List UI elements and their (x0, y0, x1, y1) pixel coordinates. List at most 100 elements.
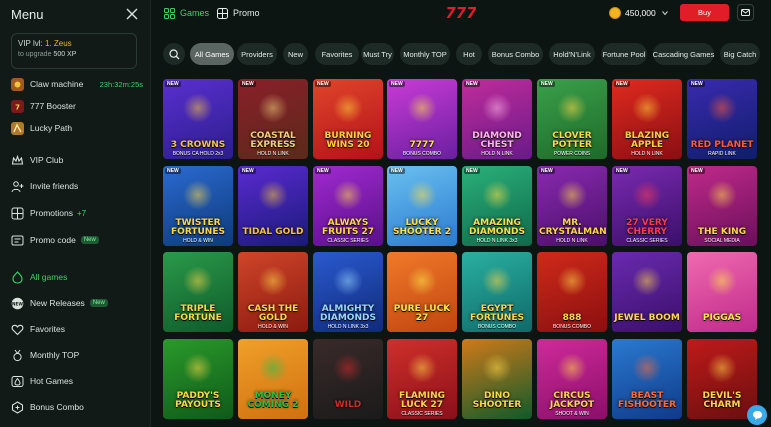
site-logo[interactable]: 777 (446, 2, 476, 22)
game-card[interactable]: CIRCUS JACKPOT SHOOT & WIN (537, 339, 607, 419)
sidebar-item-bonus-combo[interactable]: Bonus Combo (11, 399, 143, 415)
coin-icon (609, 7, 621, 19)
game-title: TWISTER FORTUNES (171, 218, 225, 237)
game-card[interactable]: NEW COASTAL EXPRESS HOLD N LINK (238, 79, 308, 159)
game-card[interactable]: PIGGAS (687, 252, 757, 332)
game-card[interactable]: FLAMING LUCK 27 CLASSIC SERIES (387, 339, 457, 419)
sidebar-item-all-games[interactable]: All games (11, 269, 143, 285)
sidebar-item-hot-games[interactable]: Hot Games (11, 373, 143, 389)
new-icon: NEW (11, 297, 24, 310)
game-card[interactable]: NEW BLAZING APPLE HOLD N LINK (612, 79, 682, 159)
game-art (707, 180, 737, 210)
game-title: FLAMING LUCK 27 (398, 391, 446, 410)
sidebar-item-new-releases[interactable]: NEW New Releases New (11, 295, 143, 311)
game-subtitle: HOLD & WIN (258, 324, 288, 330)
game-card[interactable]: EGYPT FORTUNES BONUS COMBO (462, 252, 532, 332)
game-card[interactable]: NEW 3 CROWNS BONUS CA HOLD 2x3 (163, 79, 233, 159)
game-card[interactable]: PURE LUCK 27 (387, 252, 457, 332)
sidebar-item-vip-club[interactable]: VIP Club (11, 152, 143, 168)
filter-chip-cascading-games[interactable]: Cascading Games (653, 43, 714, 65)
game-card[interactable]: PADDY'S PAYOUTS (163, 339, 233, 419)
game-title: TIDAL GOLD (242, 227, 304, 237)
game-card[interactable]: NEW THE KING SOCIAL MEDIA (687, 166, 757, 246)
filter-chip-hold-n-link[interactable]: Hold'N'Link (549, 43, 595, 65)
mail-button[interactable] (737, 4, 754, 21)
filter-chip-hot[interactable]: Hot (456, 43, 482, 65)
svg-text:7: 7 (15, 103, 20, 111)
game-card[interactable]: 888 BONUS COMBO (537, 252, 607, 332)
game-card[interactable]: NEW TIDAL GOLD (238, 166, 308, 246)
filter-chip-monthly-top[interactable]: Monthly TOP (400, 43, 450, 65)
game-card[interactable]: NEW DIAMOND CHEST HOLD N LINK (462, 79, 532, 159)
game-card[interactable]: NEW RED PLANET RAPID LINK (687, 79, 757, 159)
game-title: PIGGAS (702, 313, 742, 323)
game-subtitle: HOLD N LINK 3x3 (476, 238, 518, 244)
game-title: LUCKY SHOOTER 2 (393, 218, 451, 237)
filter-chip-must-try[interactable]: Must Try (361, 43, 394, 65)
game-card[interactable]: NEW CLOVER POTTER POWER COINS (537, 79, 607, 159)
game-card[interactable]: NEW MR. CRYSTALMAN HOLD N LINK (537, 166, 607, 246)
game-art (557, 180, 587, 210)
game-title: 3 CROWNS (170, 140, 226, 150)
lucky-path-icon (11, 121, 24, 135)
game-card[interactable]: BEAST FISHOOTER (612, 339, 682, 419)
game-card[interactable]: MONEY COMING 2 (238, 339, 308, 419)
invite-friends-icon (11, 180, 24, 193)
game-title: RED PLANET (690, 140, 754, 150)
sidebar-item-invite-friends[interactable]: Invite friends (11, 178, 143, 194)
sidebar-item-monthly-top[interactable]: Monthly TOP (11, 347, 143, 363)
new-badge: New (89, 299, 108, 307)
buy-button[interactable]: Buy (680, 4, 729, 21)
close-icon[interactable] (126, 8, 138, 20)
sidebar-item-favorites[interactable]: Favorites (11, 321, 143, 337)
game-card[interactable]: JEWEL BOOM (612, 252, 682, 332)
game-card[interactable]: NEW BURNING WINS 20 (313, 79, 383, 159)
game-card[interactable]: WILD (313, 339, 383, 419)
filter-chip-new[interactable]: New (283, 43, 308, 65)
balance-display[interactable]: 450,000 (609, 6, 668, 20)
game-subtitle: BONUS CA HOLD 2x3 (172, 151, 224, 157)
claw-timer: 23h:32m:25s (99, 79, 143, 89)
game-card[interactable]: NEW 27 VERY CHERRY CLASSIC SERIES (612, 166, 682, 246)
game-title: CASH THE GOLD (247, 304, 299, 323)
game-art (632, 266, 662, 296)
booster-icon: 7 (11, 99, 24, 113)
new-badge: NEW (240, 81, 256, 87)
sidebar-item-claw-machine[interactable]: Claw machine 23h:32m:25s (11, 76, 143, 92)
game-art (258, 180, 288, 210)
game-card[interactable]: NEW ALWAYS FRUITS 27 CLASSIC SERIES (313, 166, 383, 246)
game-card[interactable]: NEW 7777 BONUS COMBO (387, 79, 457, 159)
game-title: 888 (562, 313, 582, 323)
sidebar-item-promotions[interactable]: Promotions +7 (11, 205, 143, 221)
filter-chip-favorites[interactable]: Favorites (315, 43, 359, 65)
claw-machine-icon (11, 77, 24, 91)
search-button[interactable] (163, 43, 185, 65)
vip-status-box[interactable]: VIP lvl: 1. Zeus to upgrade 500 XP (11, 33, 137, 69)
sidebar-item-promo-code[interactable]: Promo code New (11, 232, 143, 248)
sidebar-item-lucky-path[interactable]: Lucky Path (11, 120, 143, 136)
game-card[interactable]: NEW TWISTER FORTUNES HOLD & WIN (163, 166, 233, 246)
tab-promo[interactable]: Promo (217, 6, 260, 20)
sidebar-item-label: Bonus Combo (30, 402, 84, 412)
tab-promo-label: Promo (233, 8, 260, 18)
game-card[interactable]: NEW LUCKY SHOOTER 2 (387, 166, 457, 246)
game-card[interactable]: CASH THE GOLD HOLD & WIN (238, 252, 308, 332)
game-card[interactable]: DINO SHOOTER (462, 339, 532, 419)
game-card[interactable]: DEVIL'S CHARM (687, 339, 757, 419)
tab-games[interactable]: Games (164, 6, 209, 20)
chat-button[interactable] (747, 405, 767, 425)
filter-chip-providers[interactable]: Providers (237, 43, 277, 65)
filter-chip-big-catch[interactable]: Big Catch (720, 43, 760, 65)
game-card[interactable]: TRIPLE FORTUNE (163, 252, 233, 332)
game-art (407, 266, 437, 296)
sidebar-item-label: Claw machine (30, 79, 84, 89)
game-card[interactable]: ALMIGHTY DIAMONDS HOLD N LINK 3x3 (313, 252, 383, 332)
game-card[interactable]: NEW AMAZING DIAMONDS HOLD N LINK 3x3 (462, 166, 532, 246)
game-art (557, 93, 587, 123)
new-badge: NEW (689, 168, 705, 174)
bonus-combo-icon (11, 400, 24, 414)
filter-chip-bonus-combo[interactable]: Bonus Combo (488, 43, 543, 65)
sidebar-item-777-booster[interactable]: 7 777 Booster (11, 98, 143, 114)
filter-chip-all-games[interactable]: All Games (190, 43, 234, 65)
filter-chip-fortune-pool[interactable]: Fortune Pool (601, 43, 647, 65)
